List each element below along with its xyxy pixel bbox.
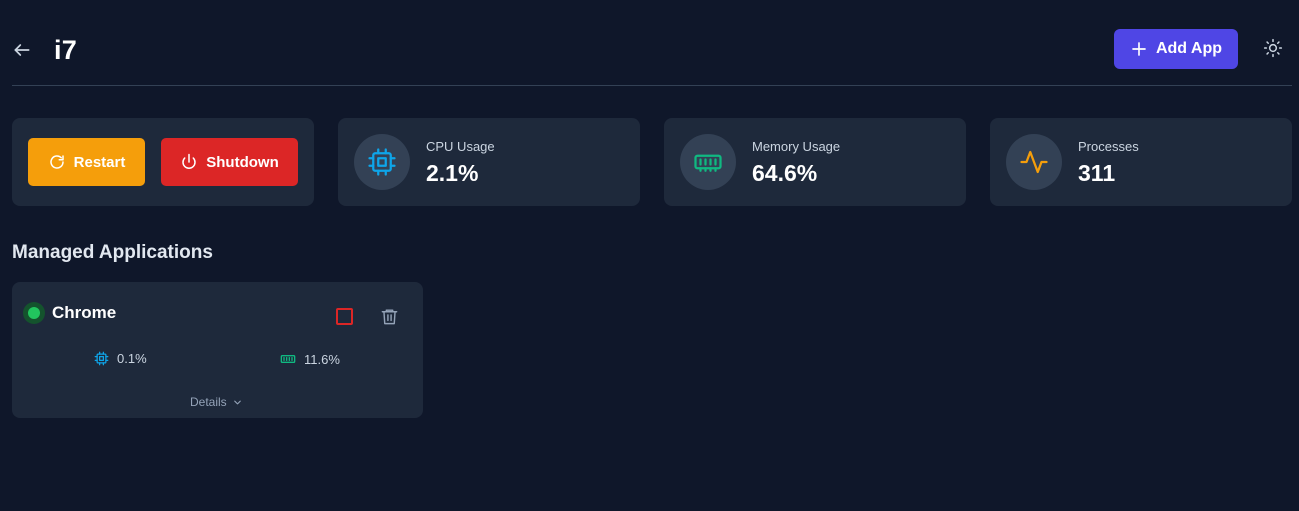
memory-icon (694, 154, 722, 172)
delete-app-button[interactable] (379, 305, 399, 327)
memory-icon-wrap (680, 134, 736, 190)
page-title: i7 (54, 34, 77, 65)
activity-icon-wrap (1006, 134, 1062, 190)
cpu-usage-label: CPU Usage (426, 139, 495, 154)
power-icon (182, 153, 196, 169)
app-card-chrome: Chrome 0.1% 11.6% Details (12, 282, 423, 418)
details-label: Details (190, 395, 227, 409)
cpu-icon-wrap (354, 134, 410, 190)
chevron-down-icon (233, 400, 241, 404)
memory-icon (280, 355, 296, 363)
managed-applications-heading: Managed Applications (12, 242, 213, 263)
processes-card: Processes 311 (990, 118, 1292, 206)
power-actions-card: Restart Shutdown (12, 118, 314, 206)
plus-icon (1132, 42, 1146, 56)
shutdown-label: Shutdown (206, 153, 279, 171)
status-indicator (23, 302, 45, 324)
cpu-usage-value: 2.1% (426, 160, 479, 186)
restart-button[interactable]: Restart (28, 138, 145, 186)
cpu-usage-card: CPU Usage 2.1% (338, 118, 640, 206)
cpu-icon (368, 148, 396, 176)
trash-icon (381, 308, 397, 324)
memory-usage-label: Memory Usage (752, 139, 841, 154)
processes-label: Processes (1078, 139, 1139, 154)
cpu-icon (94, 351, 109, 366)
app-memory-metric: 11.6% (280, 351, 340, 367)
app-cpu-metric: 0.1% (94, 351, 147, 366)
memory-usage-card: Memory Usage 64.6% (664, 118, 966, 206)
add-app-label: Add App (1155, 40, 1223, 57)
stop-icon (335, 307, 353, 325)
processes-value: 311 (1078, 160, 1116, 186)
restart-label: Restart (73, 153, 126, 171)
memory-usage-value: 64.6% (752, 160, 818, 186)
app-memory-value: 11.6% (304, 351, 340, 367)
back-button[interactable] (10, 38, 34, 62)
app-cpu-value: 0.1% (117, 351, 147, 366)
theme-toggle-button[interactable] (1262, 37, 1284, 59)
activity-icon (1020, 150, 1048, 174)
sun-icon (1263, 38, 1283, 58)
header: i7 Add App (12, 26, 1292, 74)
app-name: Chrome (52, 303, 117, 322)
shutdown-button[interactable]: Shutdown (161, 138, 298, 186)
arrow-left-icon (14, 44, 30, 56)
details-toggle[interactable]: Details (190, 395, 243, 409)
header-divider (12, 85, 1292, 86)
running-dot (28, 307, 40, 319)
stop-app-button[interactable] (334, 306, 354, 326)
add-app-button[interactable]: Add App (1114, 29, 1238, 69)
refresh-icon (49, 155, 64, 169)
